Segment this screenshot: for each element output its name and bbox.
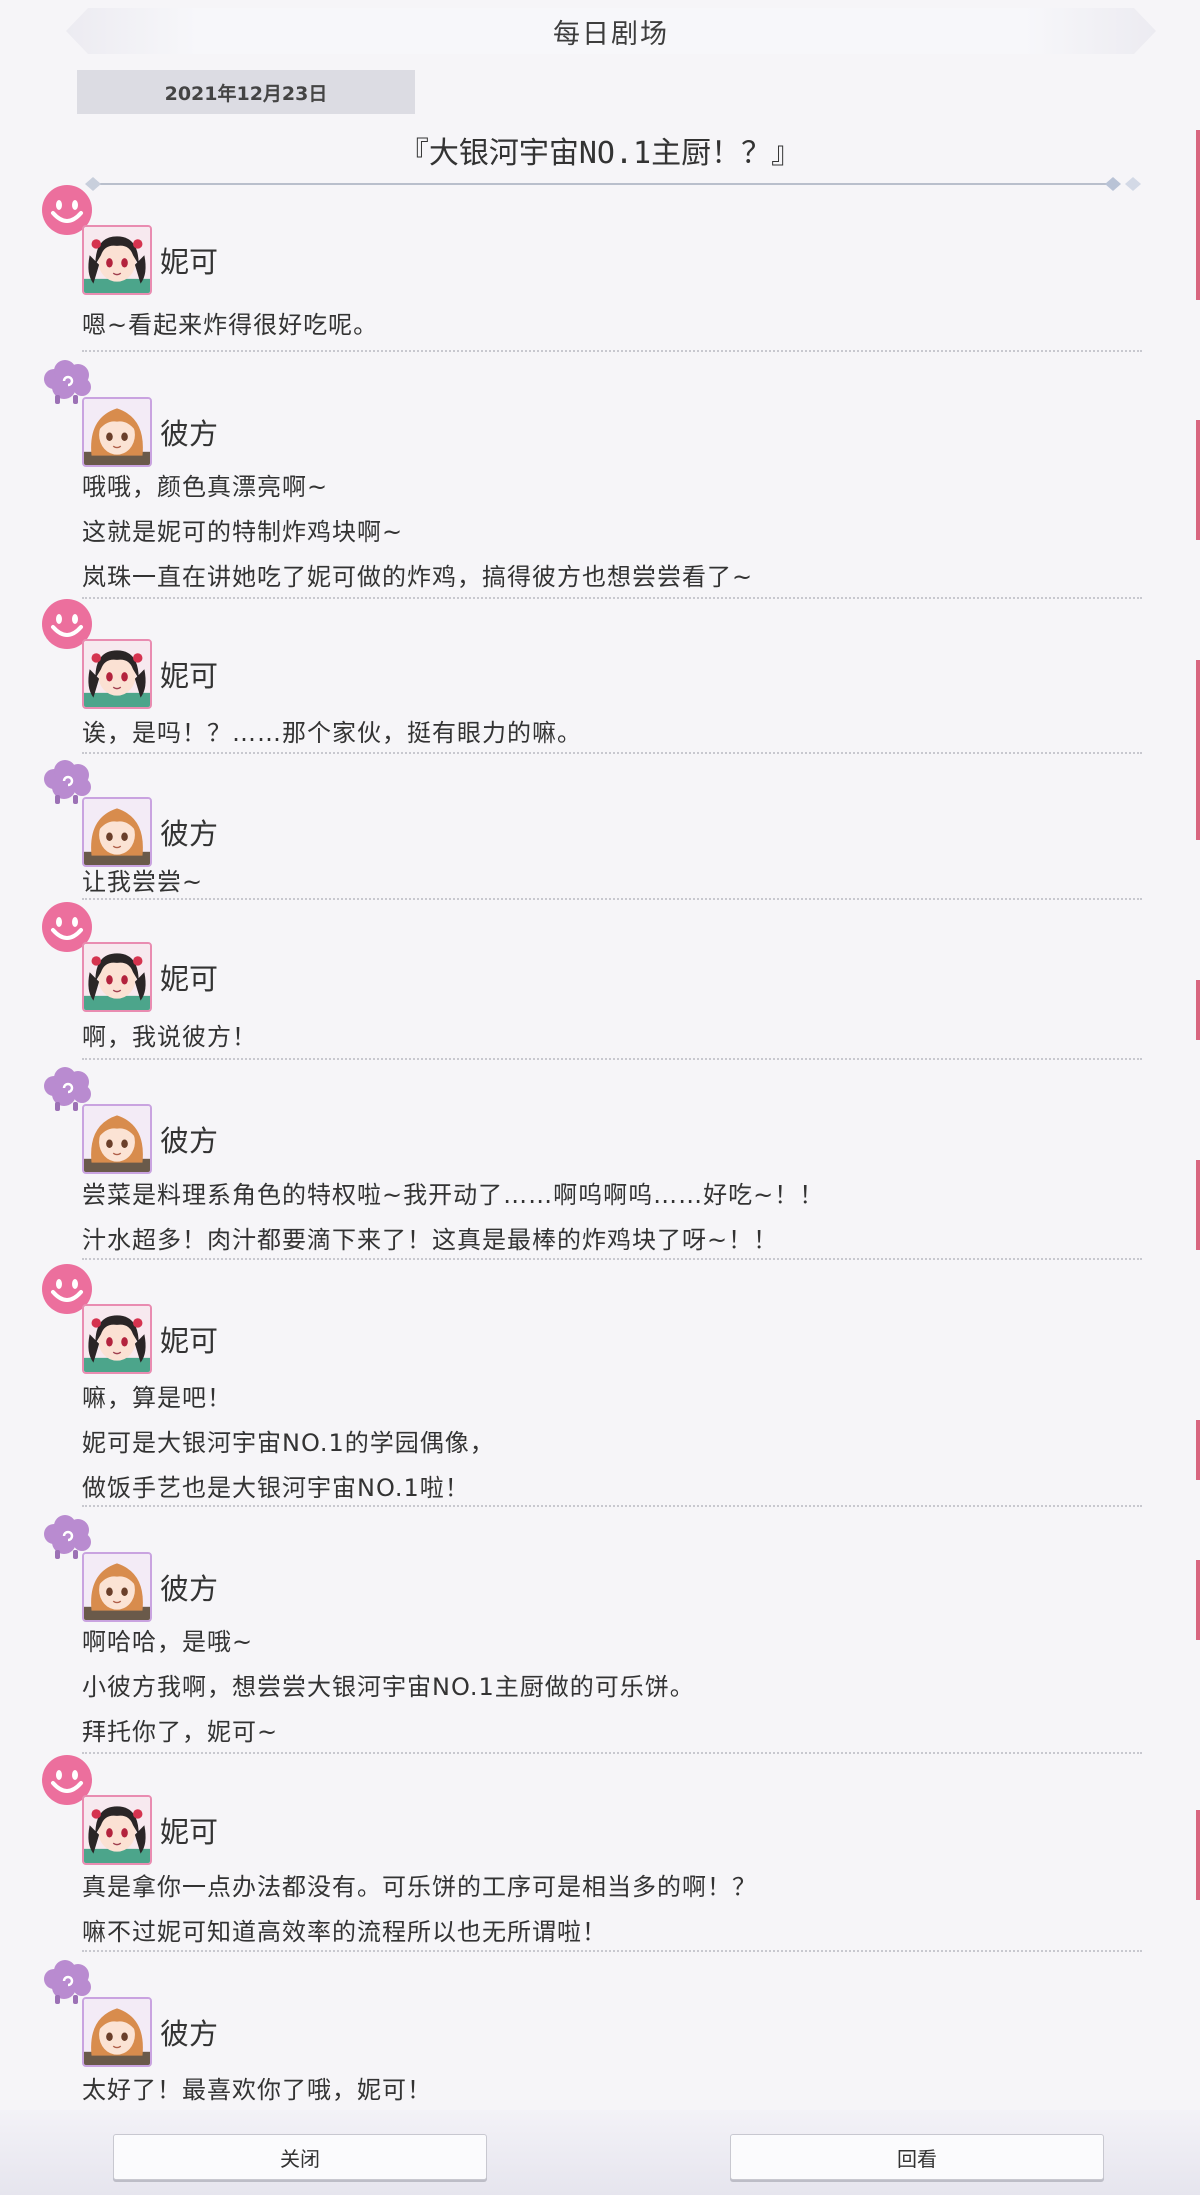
dialogue-separator: [82, 597, 1142, 599]
header-banner: 每日剧场: [66, 8, 1156, 54]
speaker-name: 彼方: [160, 817, 219, 851]
speaker-portrait-nico: [82, 1795, 152, 1865]
dialogue-line: 拜托你了，妮可~: [82, 1718, 279, 1746]
date-badge: 2021年12月23日: [77, 70, 415, 114]
speaker-portrait-kanata: [82, 797, 152, 867]
dialogue-line: 太好了！最喜欢你了哦，妮可！: [82, 2076, 432, 2104]
speaker-name: 妮可: [160, 1815, 219, 1849]
dialogue-line: 做饭手艺也是大银河宇宙NO.1啦！: [82, 1474, 470, 1502]
speaker-name: 彼方: [160, 1572, 219, 1606]
dialogue-line: 嘛，算是吧！: [82, 1384, 232, 1412]
dialogue-line: 真是拿你一点办法都没有。可乐饼的工序可是相当多的啊！？: [82, 1873, 757, 1901]
dialogue-line: 尝菜是料理系角色的特权啦~我开动了……啊呜啊呜……好吃~！！: [82, 1181, 825, 1209]
dialogue-line: 岚珠一直在讲她吃了妮可做的炸鸡，搞得彼方也想尝尝看了~: [82, 563, 754, 591]
speaker-portrait-nico: [82, 1304, 152, 1374]
dialogue-separator: [82, 1950, 1142, 1952]
dialogue-line: 啊，我说彼方！: [82, 1023, 257, 1051]
speaker-name: 彼方: [160, 2017, 219, 2051]
right-edge-accent: [1196, 120, 1200, 2100]
story-title: 『大银河宇宙NO.1主厨！？』: [398, 136, 802, 171]
dialogue-separator: [82, 1505, 1142, 1507]
speaker-portrait-kanata: [82, 1104, 152, 1174]
dialogue-separator: [82, 752, 1142, 754]
speaker-portrait-kanata: [82, 397, 152, 467]
replay-button[interactable]: 回看: [730, 2134, 1104, 2180]
dialogue-line: 诶，是吗！？……那个家伙，挺有眼力的嘛。: [82, 719, 582, 747]
dialogue-separator: [82, 1258, 1142, 1260]
page-title: 每日剧场: [553, 18, 669, 50]
speaker-name: 彼方: [160, 1124, 219, 1158]
speaker-portrait-nico: [82, 639, 152, 709]
speaker-portrait-nico: [82, 225, 152, 295]
speaker-name: 妮可: [160, 1324, 219, 1358]
dialogue-separator: [82, 1752, 1142, 1754]
dialogue-line: 让我尝尝~: [82, 868, 204, 896]
dialogue-separator: [82, 350, 1142, 352]
dialogue-line: 啊哈哈，是哦~: [82, 1628, 254, 1656]
dialogue-line: 汁水超多！肉汁都要滴下来了！这真是最棒的炸鸡块了呀~！！: [82, 1226, 779, 1254]
dialogue-line: 嗯~看起来炸得很好吃呢。: [82, 311, 379, 339]
dialogue-separator: [82, 1058, 1142, 1060]
dialogue-line: 妮可是大银河宇宙NO.1的学园偶像，: [82, 1429, 495, 1457]
speaker-portrait-kanata: [82, 1997, 152, 2067]
close-button[interactable]: 关闭: [113, 2134, 487, 2180]
dialogue-separator: [82, 898, 1142, 900]
title-divider: [85, 177, 1141, 191]
speaker-portrait-kanata: [82, 1552, 152, 1622]
speaker-name: 妮可: [160, 245, 219, 279]
dialogue-line: 这就是妮可的特制炸鸡块啊~: [82, 518, 404, 546]
dialogue-line: 嘛不过妮可知道高效率的流程所以也无所谓啦！: [82, 1918, 607, 1946]
dialogue-line: 小彼方我啊，想尝尝大银河宇宙NO.1主厨做的可乐饼。: [82, 1673, 695, 1701]
speaker-name: 妮可: [160, 659, 219, 693]
speaker-name: 妮可: [160, 962, 219, 996]
speaker-name: 彼方: [160, 417, 219, 451]
dialogue-line: 哦哦，颜色真漂亮啊~: [82, 473, 329, 501]
speaker-portrait-nico: [82, 942, 152, 1012]
